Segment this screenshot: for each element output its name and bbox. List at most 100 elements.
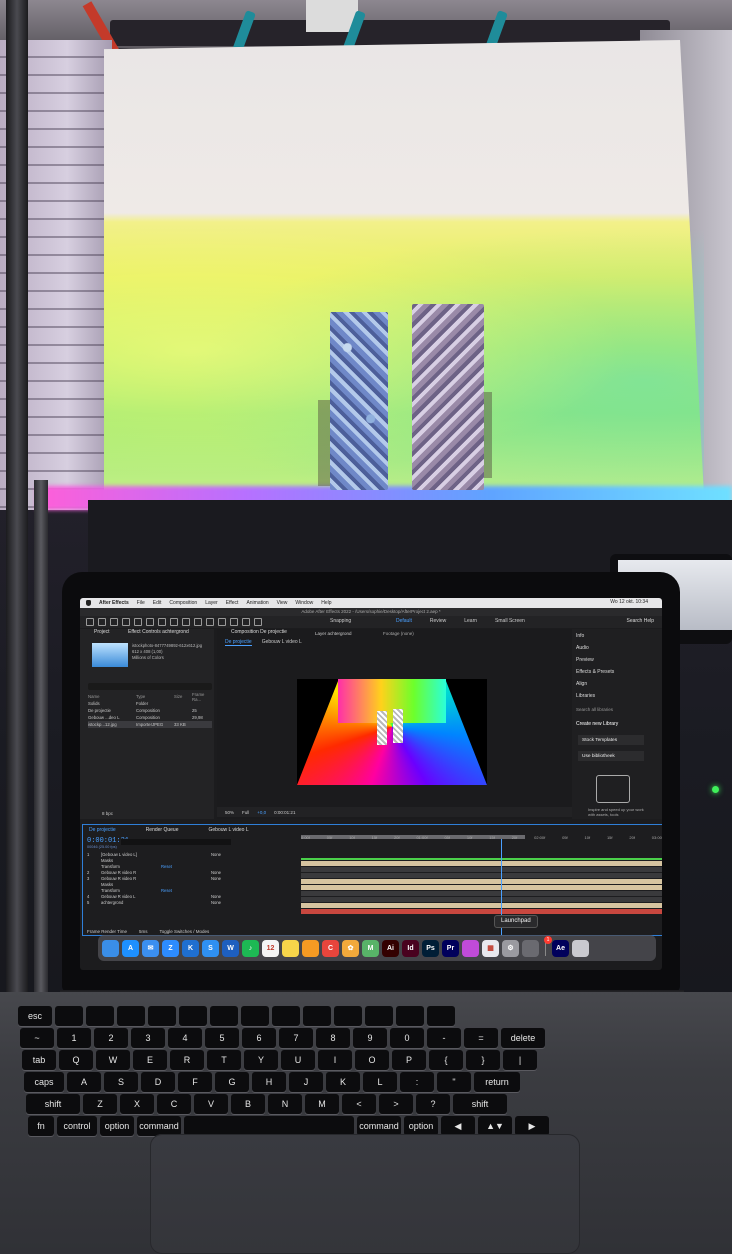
column-name[interactable]: Name bbox=[88, 694, 136, 699]
layer-parent[interactable]: None bbox=[211, 876, 251, 881]
layer-bar[interactable] bbox=[301, 885, 662, 890]
keyboard-key[interactable]: " bbox=[437, 1072, 471, 1092]
keyboard-key[interactable] bbox=[86, 1006, 114, 1026]
zoom-dropdown[interactable]: 50% bbox=[225, 810, 234, 815]
workspace-small-screen[interactable]: Small Screen bbox=[495, 618, 525, 624]
keyboard-key[interactable]: > bbox=[379, 1094, 413, 1114]
menu-composition[interactable]: Composition bbox=[169, 600, 197, 606]
layer-row[interactable]: 5 achtergrond None bbox=[87, 899, 299, 905]
rotate-tool-icon[interactable] bbox=[134, 618, 142, 626]
layer-parent[interactable]: None bbox=[211, 852, 251, 857]
system-preferences-icon[interactable]: ⚙ bbox=[502, 939, 519, 957]
home-icon[interactable] bbox=[86, 618, 94, 626]
keyboard-key[interactable]: V bbox=[194, 1094, 228, 1114]
keyboard-key[interactable]: ▲▼ bbox=[478, 1116, 512, 1136]
keyboard-key[interactable]: command bbox=[357, 1116, 401, 1136]
layer-name[interactable]: Transform bbox=[101, 888, 161, 893]
photos-icon[interactable]: ✿ bbox=[342, 939, 359, 957]
layer-switch[interactable]: Reset bbox=[161, 888, 211, 893]
layer-bar[interactable] bbox=[301, 861, 662, 866]
timeline-tab-render-queue[interactable]: Render Queue bbox=[146, 827, 179, 833]
keyboard-key[interactable]: C bbox=[157, 1094, 191, 1114]
workspace-learn[interactable]: Learn bbox=[464, 618, 477, 624]
trackpad[interactable] bbox=[150, 1134, 580, 1254]
keyboard-key[interactable]: ◀ bbox=[441, 1116, 475, 1136]
layer-bar[interactable] bbox=[301, 903, 662, 908]
spotify-icon[interactable]: ♪ bbox=[242, 939, 259, 957]
selection-tool-icon[interactable] bbox=[98, 618, 106, 626]
after-effects-icon[interactable]: Ae bbox=[552, 939, 569, 957]
keyboard-key[interactable]: | bbox=[503, 1050, 537, 1070]
layer-name[interactable]: Gebouw R video L bbox=[101, 894, 161, 899]
layer-parent[interactable]: None bbox=[211, 894, 251, 899]
keyboard-key[interactable]: : bbox=[400, 1072, 434, 1092]
keyboard-key[interactable]: caps bbox=[24, 1072, 64, 1092]
table-row[interactable]: Gebouw ...deo L Composition 29,98 bbox=[88, 714, 212, 721]
zoom-tool-icon[interactable] bbox=[122, 618, 130, 626]
tab-layer[interactable]: Layer achtergrond bbox=[315, 631, 352, 636]
keyboard-key[interactable]: Q bbox=[59, 1050, 93, 1070]
tab-composition[interactable]: Composition De projectie bbox=[231, 629, 287, 635]
keyboard-key[interactable]: 8 bbox=[316, 1028, 350, 1048]
search-help[interactable]: Search Help bbox=[626, 618, 654, 624]
keyboard-key[interactable]: L bbox=[363, 1072, 397, 1092]
keyboard-key[interactable]: R bbox=[170, 1050, 204, 1070]
project-search-input[interactable] bbox=[88, 683, 212, 690]
layer-parent[interactable]: None bbox=[211, 870, 251, 875]
menu-view[interactable]: View bbox=[277, 600, 288, 606]
keyboard-key[interactable]: 9 bbox=[353, 1028, 387, 1048]
keyboard-key[interactable]: 2 bbox=[94, 1028, 128, 1048]
keyboard-key[interactable] bbox=[210, 1006, 238, 1026]
keyboard-key[interactable]: shift bbox=[26, 1094, 80, 1114]
keyboard-key[interactable]: command bbox=[137, 1116, 181, 1136]
keyboard-key[interactable] bbox=[396, 1006, 424, 1026]
exposure-value[interactable]: +0,0 bbox=[257, 810, 266, 815]
keyboard-key[interactable]: ~ bbox=[20, 1028, 54, 1048]
resolution-dropdown[interactable]: Full bbox=[242, 810, 249, 815]
time-ruler[interactable]: 0:00f 05f 10f 15f 20f 01:00f 05f 10f 15f… bbox=[301, 835, 662, 849]
panel-preview[interactable]: Preview bbox=[576, 657, 594, 663]
keyboard-key[interactable] bbox=[148, 1006, 176, 1026]
timeline-search-input[interactable] bbox=[121, 839, 231, 845]
keyboard-key[interactable] bbox=[427, 1006, 455, 1026]
panel-effects-presets[interactable]: Effects & Presets bbox=[576, 669, 614, 675]
keyboard-key[interactable]: D bbox=[141, 1072, 175, 1092]
column-frame-rate[interactable]: Frame Ra... bbox=[192, 692, 212, 702]
brush-tool-icon[interactable] bbox=[206, 618, 214, 626]
keyboard-key[interactable]: I bbox=[318, 1050, 352, 1070]
layer-parent[interactable]: None bbox=[211, 900, 251, 905]
menu-effect[interactable]: Effect bbox=[226, 600, 239, 606]
zoom-icon[interactable]: Z bbox=[162, 939, 179, 957]
keyboard-key[interactable]: E bbox=[133, 1050, 167, 1070]
mail-icon[interactable]: ✉ bbox=[142, 939, 159, 957]
keyboard-key[interactable]: option bbox=[404, 1116, 438, 1136]
premiere-icon[interactable]: Pr bbox=[442, 939, 459, 957]
apple-icon[interactable] bbox=[86, 600, 91, 606]
layer-name[interactable]: achtergrond bbox=[101, 900, 161, 905]
layer-name[interactable]: Masks bbox=[101, 882, 161, 887]
keyboard-key[interactable]: B bbox=[231, 1094, 265, 1114]
use-library-button[interactable]: Use bibliotheek bbox=[578, 751, 644, 761]
subtab-de-projectie[interactable]: De projectie bbox=[225, 639, 252, 646]
keyboard-key[interactable]: ? bbox=[416, 1094, 450, 1114]
keyboard-key[interactable] bbox=[184, 1116, 354, 1136]
keyboard-key[interactable]: 1 bbox=[57, 1028, 91, 1048]
viewer-timecode[interactable]: 0:00:01:21 bbox=[274, 810, 295, 815]
panel-info[interactable]: Info bbox=[576, 633, 584, 639]
chrome-icon[interactable]: C bbox=[322, 939, 339, 957]
keyboard-key[interactable] bbox=[241, 1006, 269, 1026]
keyboard-key[interactable]: M bbox=[305, 1094, 339, 1114]
keyboard-key[interactable]: return bbox=[474, 1072, 520, 1092]
menu-layer[interactable]: Layer bbox=[205, 600, 218, 606]
table-row[interactable]: De projectie Composition 25 bbox=[88, 707, 212, 714]
table-row[interactable]: istockp...12.jpg ImporterJPEG 33 KB bbox=[88, 721, 212, 728]
keyboard-key[interactable]: 6 bbox=[242, 1028, 276, 1048]
keyboard-key[interactable] bbox=[179, 1006, 207, 1026]
keyboard-key[interactable]: T bbox=[207, 1050, 241, 1070]
illustrator-icon[interactable]: Ai bbox=[382, 939, 399, 957]
layer-bar[interactable] bbox=[301, 879, 662, 884]
pan-behind-tool-icon[interactable] bbox=[158, 618, 166, 626]
panel-libraries[interactable]: Libraries bbox=[576, 693, 595, 699]
keyboard-key[interactable]: esc bbox=[18, 1006, 52, 1026]
trash-icon[interactable] bbox=[572, 939, 589, 957]
